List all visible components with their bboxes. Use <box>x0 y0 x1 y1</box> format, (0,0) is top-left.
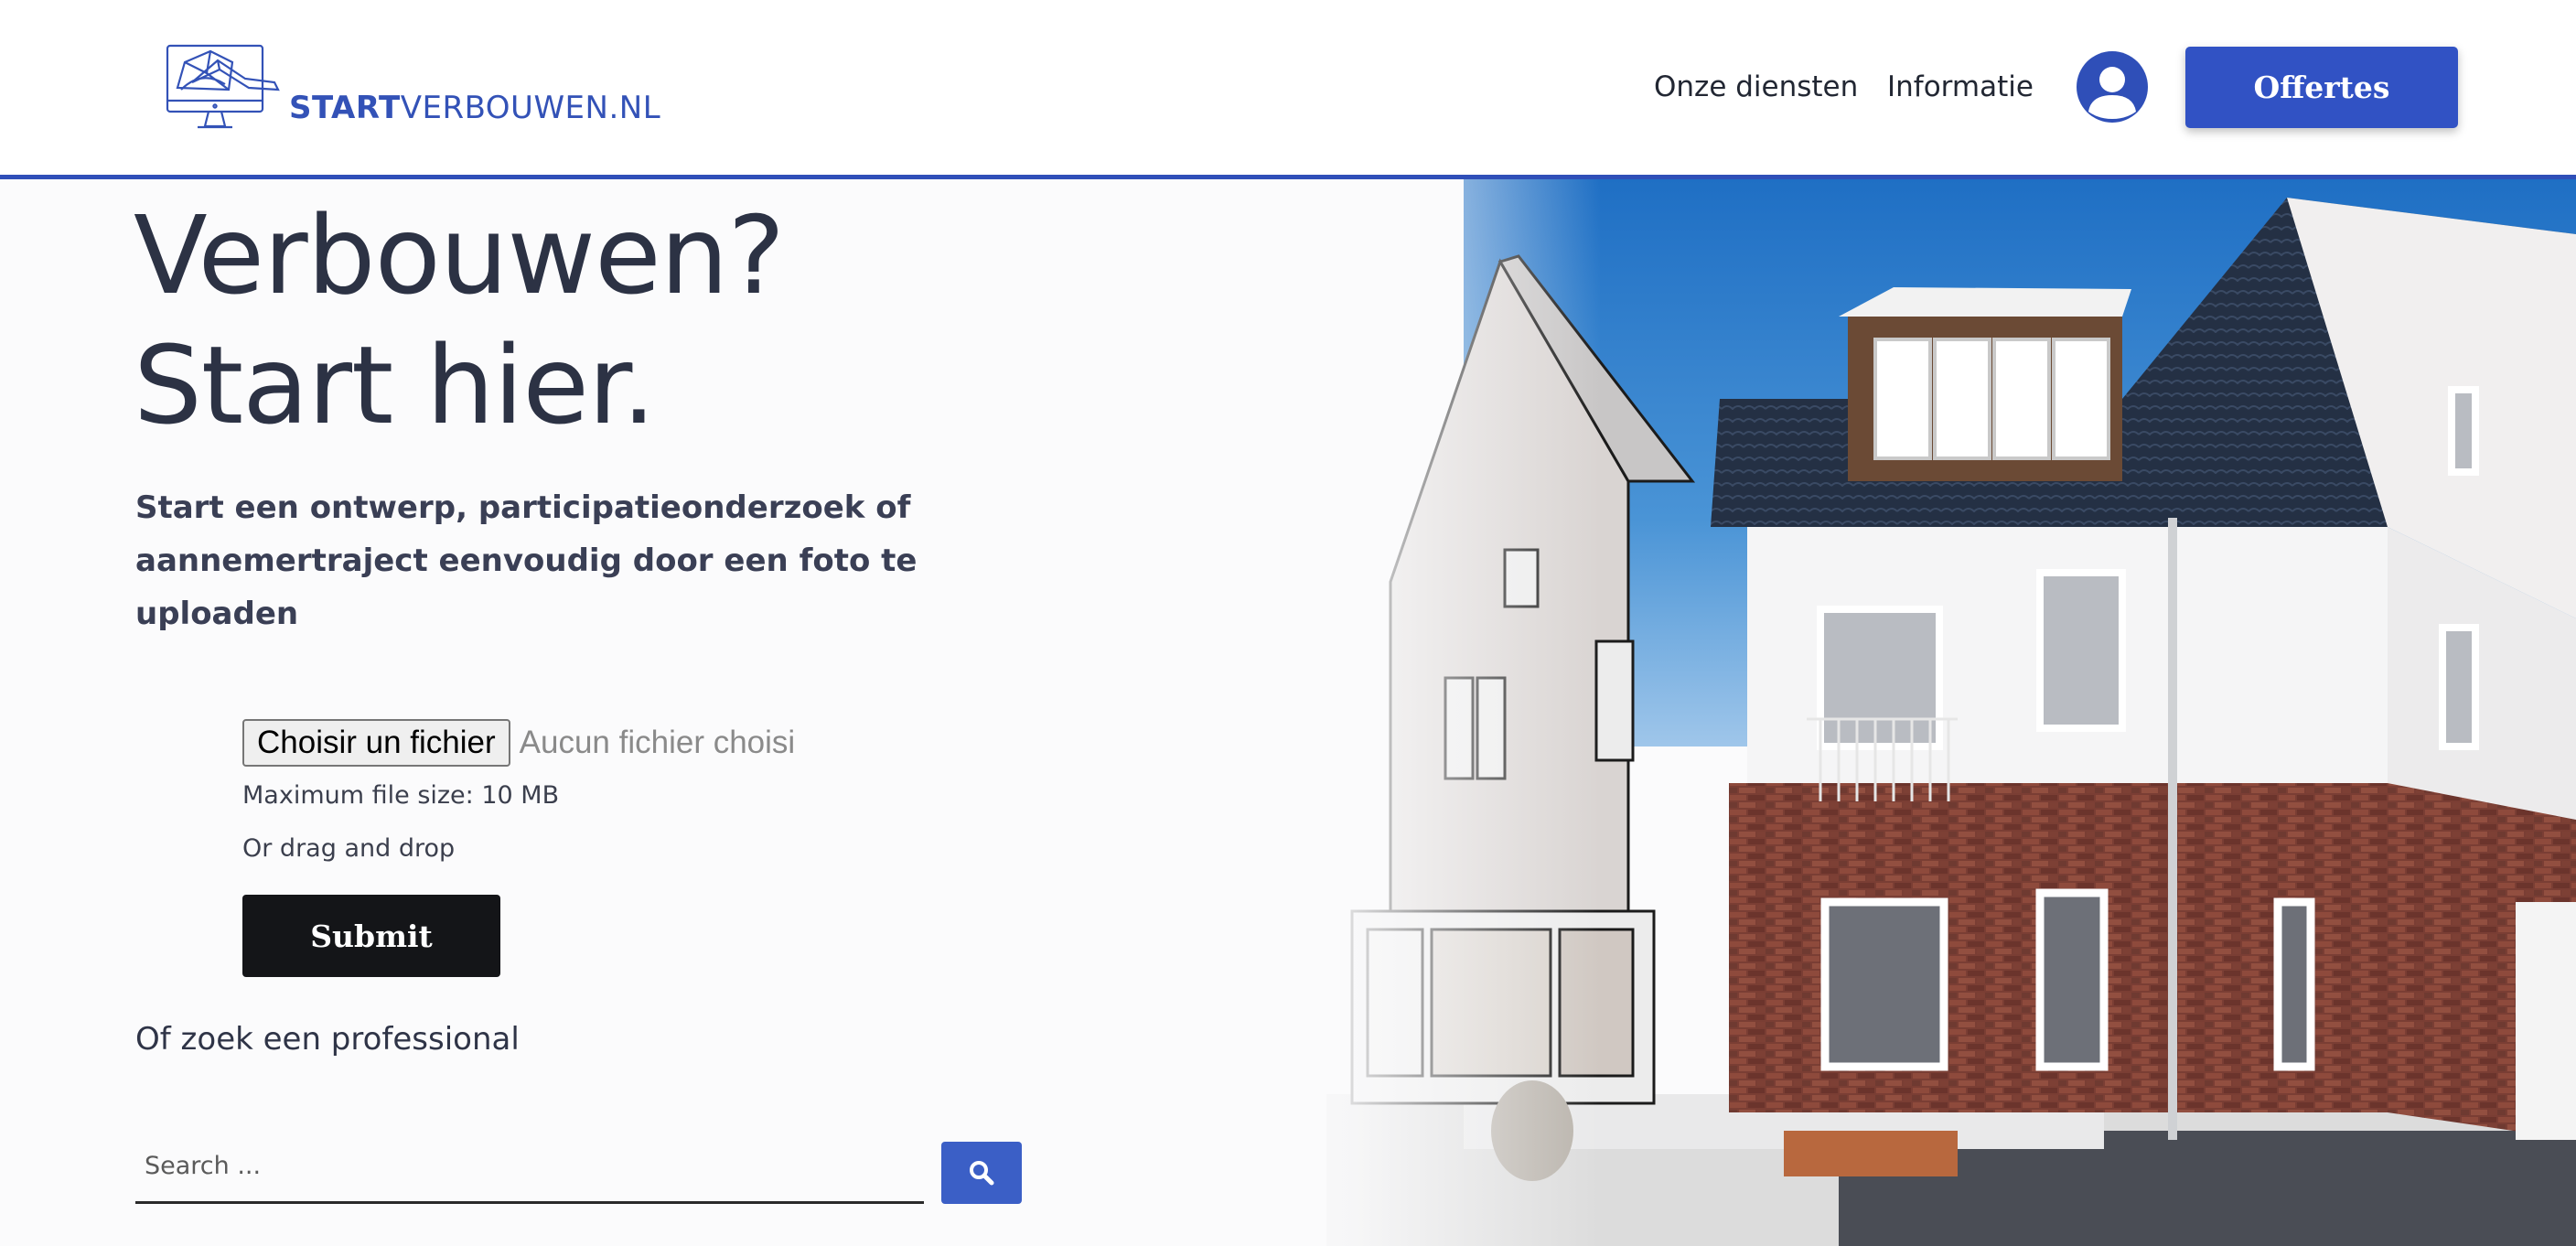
hero-title-line1: Verbouwen? <box>134 192 785 318</box>
file-upload-row: Choisir un fichier Aucun fichier choisi <box>242 719 795 767</box>
file-status-text: Aucun fichier choisi <box>519 725 796 760</box>
user-icon <box>2088 67 2136 119</box>
max-file-size-note: Maximum file size: 10 MB <box>242 781 560 810</box>
site-header: STARTVERBOUWEN.NL Onze diensten Informat… <box>0 0 2576 179</box>
choose-file-button[interactable]: Choisir un fichier <box>242 719 510 767</box>
search-professional-label: Of zoek een professional <box>135 1021 520 1058</box>
hero-title-line2: Start hier. <box>134 322 656 448</box>
nav-link-onze-diensten[interactable]: Onze diensten <box>1654 64 1858 110</box>
search-button[interactable] <box>941 1142 1022 1204</box>
offertes-button[interactable]: Offertes <box>2185 47 2458 128</box>
nav-link-informatie[interactable]: Informatie <box>1887 64 2034 110</box>
submit-button[interactable]: Submit <box>242 895 500 977</box>
search-icon <box>970 1161 994 1186</box>
drag-drop-hint[interactable]: Or drag and drop <box>242 834 455 863</box>
account-button[interactable] <box>2077 51 2148 123</box>
search-input[interactable] <box>135 1131 924 1204</box>
hero-subtitle: Start een ontwerp, participatieonderzoek… <box>135 489 918 632</box>
hero-section: Verbouwen? Start hier. Start een ontwerp… <box>0 179 2576 1246</box>
hero-title: Verbouwen? Start hier. <box>134 190 785 450</box>
house-photo <box>1326 179 2576 1246</box>
